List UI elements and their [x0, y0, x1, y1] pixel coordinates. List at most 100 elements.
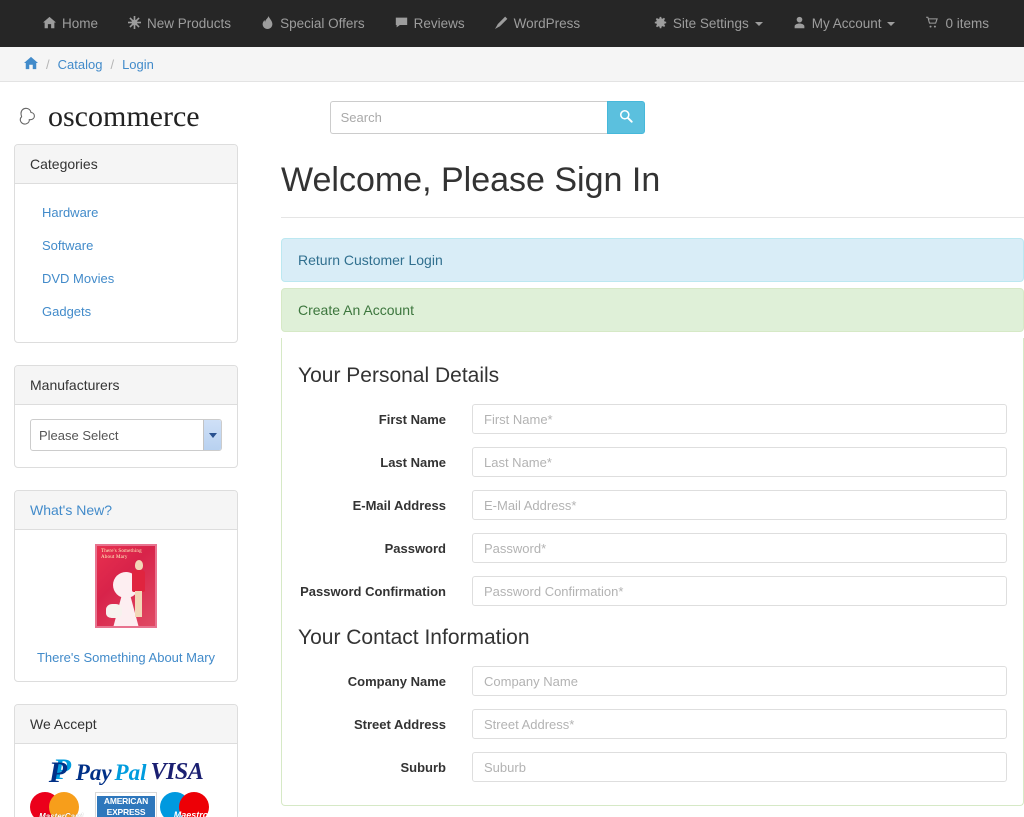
first-name-input[interactable] — [472, 404, 1007, 435]
panel-categories: Categories Hardware Software DVD Movies … — [14, 144, 238, 343]
nav-label: Site Settings — [672, 16, 749, 31]
sidebar-item-software[interactable]: Software — [30, 229, 222, 262]
form-row-street-address: Street Address — [282, 709, 1023, 740]
manufacturers-title: Manufacturers — [15, 366, 237, 405]
nav-label: Special Offers — [280, 16, 365, 31]
main-content: Welcome, Please Sign In Return Customer … — [248, 144, 1024, 817]
pencil-icon — [494, 16, 508, 31]
product-poster-image[interactable]: There's Something About Mary — [95, 544, 157, 628]
search-input[interactable] — [329, 100, 607, 134]
create-account-form: Your Personal Details First Name Last Na… — [281, 338, 1024, 807]
company-name-input[interactable] — [472, 666, 1007, 697]
contact-information-heading: Your Contact Information — [298, 626, 530, 650]
panel-manufacturers: Manufacturers Please Select — [14, 365, 238, 468]
navbar-right-group: Site Settings My Account 0 items — [639, 16, 1024, 31]
breadcrumb-separator: / — [110, 56, 115, 72]
page-title: Welcome, Please Sign In — [281, 161, 661, 199]
manufacturer-select[interactable]: Please Select — [30, 419, 222, 451]
personal-details-heading: Your Personal Details — [298, 364, 500, 388]
manufacturer-select-shell: Please Select — [30, 419, 222, 451]
sidebar-item-dvd-movies[interactable]: DVD Movies — [30, 262, 222, 295]
user-icon — [793, 16, 806, 31]
form-row-password-confirmation: Password Confirmation — [282, 576, 1023, 607]
oscommerce-cloud-logo-icon — [14, 104, 40, 130]
breadcrumb-separator: / — [46, 56, 50, 72]
sidebar-item-gadgets[interactable]: Gadgets — [30, 295, 222, 328]
poster-dog — [106, 604, 122, 618]
nav-item-cart[interactable]: 0 items — [910, 16, 1004, 31]
whats-new-body: There's Something About Mary There's Som… — [15, 530, 237, 681]
last-name-input[interactable] — [472, 447, 1007, 478]
mastercard-logo-icon: MasterCard — [30, 792, 92, 817]
create-an-account-panel[interactable]: Create An Account — [281, 288, 1024, 333]
chevron-down-icon — [887, 21, 896, 26]
nav-label: 0 items — [945, 16, 989, 31]
amex-logo-icon: AMERICAN EXPRESS — [95, 792, 157, 817]
categories-title: Categories — [15, 145, 237, 184]
visa-logo-icon: VISA — [150, 759, 204, 785]
nav-item-wordpress[interactable]: WordPress — [480, 16, 596, 31]
nav-item-site-settings[interactable]: Site Settings — [639, 16, 778, 31]
search-box — [329, 100, 645, 134]
breadcrumb: / Catalog / Login — [0, 47, 1024, 82]
we-accept-body: PP Pay Pal VISA MasterCard AMERICAN EXPRES… — [15, 744, 237, 817]
nav-item-my-account[interactable]: My Account — [778, 16, 911, 31]
form-row-first-name: First Name — [282, 404, 1023, 435]
payment-logos-row-1: PP Pay Pal VISA — [25, 753, 227, 789]
street-address-label: Street Address — [354, 716, 446, 732]
sidebar: Categories Hardware Software DVD Movies … — [0, 144, 248, 817]
site-logo[interactable]: oscommerce — [14, 100, 200, 134]
breadcrumb-item-catalog[interactable]: Catalog — [58, 57, 103, 72]
site-header: oscommerce — [0, 82, 1024, 144]
breadcrumb-home-link[interactable] — [24, 56, 38, 73]
page-body: Categories Hardware Software DVD Movies … — [0, 144, 1024, 817]
home-icon — [24, 56, 38, 73]
password-confirmation-label: Password Confirmation — [300, 583, 446, 599]
comment-icon — [395, 16, 408, 31]
panel-we-accept: We Accept PP Pay Pal VISA MasterCard AMER… — [14, 704, 238, 817]
search-icon — [619, 109, 633, 126]
nav-item-new-products[interactable]: New Products — [113, 16, 246, 31]
we-accept-title: We Accept — [15, 705, 237, 744]
title-divider — [281, 217, 1024, 219]
chevron-down-icon — [754, 21, 763, 26]
nav-label: Reviews — [413, 16, 465, 31]
breadcrumb-item-login[interactable]: Login — [122, 57, 154, 72]
company-name-label: Company Name — [347, 673, 446, 689]
password-input[interactable] — [472, 533, 1007, 564]
fire-icon — [261, 16, 274, 31]
home-icon — [43, 16, 56, 31]
nav-item-special-offers[interactable]: Special Offers — [246, 16, 380, 31]
suburb-input[interactable] — [472, 752, 1007, 783]
whats-new-title[interactable]: What's New? — [15, 491, 237, 530]
password-label: Password — [384, 540, 446, 556]
form-row-email-address: E-Mail Address — [282, 490, 1023, 521]
nav-label: Home — [62, 16, 99, 31]
search-button[interactable] — [606, 100, 645, 134]
form-row-suburb: Suburb — [282, 752, 1023, 783]
sidebar-item-hardware[interactable]: Hardware — [30, 196, 222, 229]
payment-logos-row-2: MasterCard AMERICAN EXPRESS Maestro — [25, 792, 227, 817]
password-confirmation-input[interactable] — [472, 576, 1007, 607]
logo-text: oscommerce — [48, 100, 200, 133]
asterisk-icon — [128, 16, 142, 31]
nav-item-home[interactable]: Home — [28, 16, 113, 31]
whats-new-product-link[interactable]: There's Something About Mary — [25, 650, 227, 665]
suburb-label: Suburb — [400, 759, 447, 775]
return-customer-login-panel[interactable]: Return Customer Login — [281, 238, 1024, 283]
nav-label: My Account — [811, 16, 882, 31]
street-address-input[interactable] — [472, 709, 1007, 740]
first-name-label: First Name — [378, 411, 446, 427]
maestro-logo-icon: Maestro — [160, 792, 222, 817]
form-row-password: Password — [282, 533, 1023, 564]
categories-list: Hardware Software DVD Movies Gadgets — [15, 184, 237, 342]
paypal-logo-icon: PP Pay Pal — [48, 753, 147, 789]
email-address-label: E-Mail Address — [352, 497, 446, 513]
navbar-left-group: Home New Products Special Offers Reviews… — [28, 16, 595, 31]
gear-icon — [654, 16, 667, 31]
form-row-last-name: Last Name — [282, 447, 1023, 478]
nav-item-reviews[interactable]: Reviews — [380, 16, 480, 31]
email-address-input[interactable] — [472, 490, 1007, 521]
nav-label: WordPress — [513, 16, 581, 31]
last-name-label: Last Name — [380, 454, 446, 470]
